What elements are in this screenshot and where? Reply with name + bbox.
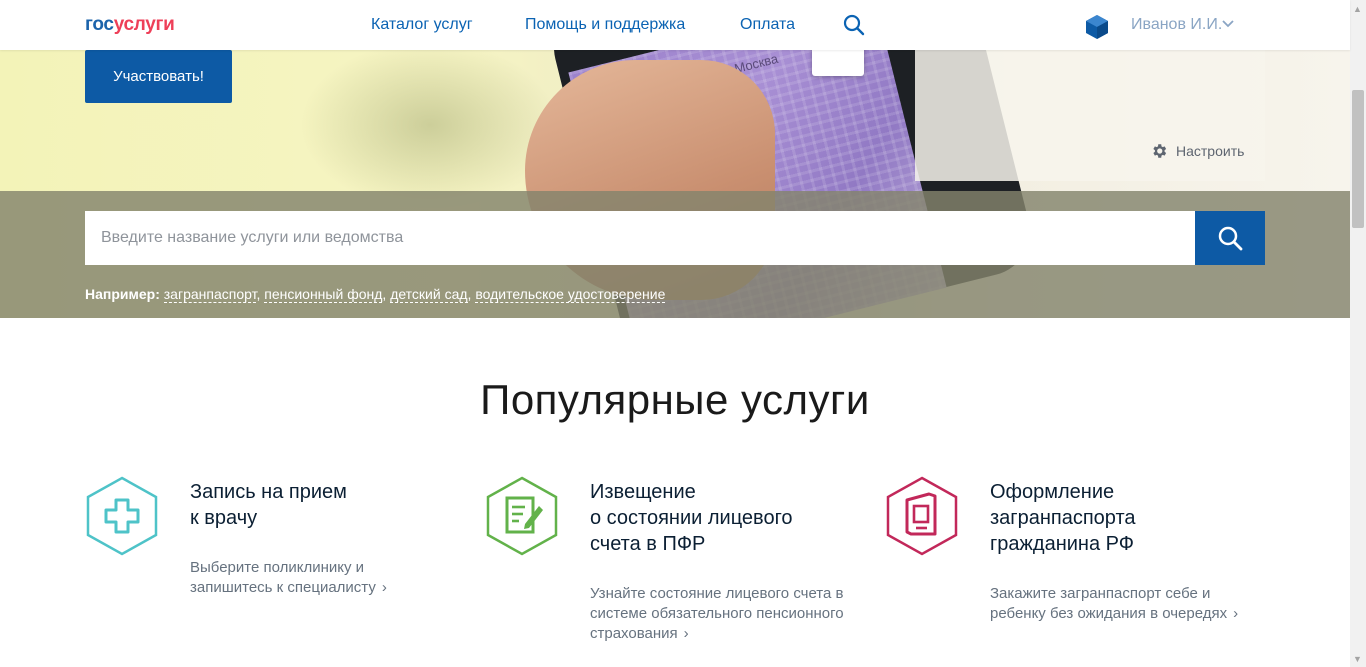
participate-button[interactable]: Участвовать! <box>85 50 232 103</box>
document-edit-icon <box>486 476 558 556</box>
service-desc-text: Узнайте состояние лицевого счета в систе… <box>590 585 844 642</box>
settings-button[interactable]: Настроить <box>1150 142 1244 160</box>
service-desc-passport[interactable]: Закажите загранпаспорт себе и ребенку бе… <box>990 584 1250 624</box>
popular-services-title: Популярные услуги <box>480 376 870 423</box>
chevron-right-icon: › <box>683 625 689 642</box>
chevron-right-icon: › <box>381 579 387 596</box>
service-desc-text: Выберите поликлинику и запишитесь к спец… <box>190 559 376 596</box>
search-icon <box>1218 226 1243 251</box>
user-name[interactable]: Иванов И.И. <box>1131 16 1222 34</box>
service-title-line: к врачу <box>190 507 258 529</box>
service-desc-text: Закажите загранпаспорт себе и ребенку бе… <box>990 585 1228 622</box>
logo-text-uslugi: услуги <box>113 14 175 35</box>
service-title-doctor[interactable]: Запись на прием к врачу <box>190 479 460 531</box>
medical-cross-icon <box>86 476 158 556</box>
service-title-passport[interactable]: Оформление загранпаспорта гражданина РФ <box>990 479 1260 557</box>
service-card-pfr[interactable]: Извещение о состоянии лицевого счета в П… <box>485 476 865 656</box>
example-link-driver-license[interactable]: водительское удостоверение <box>475 286 666 303</box>
service-title-line: гражданина РФ <box>990 533 1134 555</box>
nav-payment[interactable]: Оплата <box>740 16 795 34</box>
chevron-down-icon[interactable] <box>1222 19 1234 29</box>
logo-text-gos: гос <box>85 14 114 35</box>
top-header: госуслуги Каталог услуг Помощь и поддерж… <box>0 0 1350 50</box>
service-title-pfr[interactable]: Извещение о состоянии лицевого счета в П… <box>590 479 860 557</box>
service-desc-doctor[interactable]: Выберите поликлинику и запишитесь к спец… <box>190 558 450 598</box>
scrollbar-thumb[interactable] <box>1352 90 1364 228</box>
service-title-line: Извещение <box>590 481 696 503</box>
header-search-icon[interactable] <box>842 13 866 37</box>
service-card-doctor[interactable]: Запись на прием к врачу Выберите поликли… <box>85 476 465 656</box>
example-link-passport[interactable]: загранпаспорт <box>163 286 257 303</box>
scroll-down-arrow-icon[interactable]: ▼ <box>1353 654 1362 664</box>
example-link-pension[interactable]: пенсионный фонд <box>264 286 383 303</box>
settings-label: Настроить <box>1176 143 1245 159</box>
scroll-up-arrow-icon[interactable]: ▲ <box>1353 4 1362 14</box>
examples-label: Например: <box>85 286 160 302</box>
nav-help[interactable]: Помощь и поддержка <box>525 16 685 34</box>
service-title-line: о состоянии лицевого <box>590 507 793 529</box>
nav-catalog[interactable]: Каталог услуг <box>371 16 473 34</box>
chevron-right-icon: › <box>1233 605 1239 622</box>
example-link-kindergarten[interactable]: детский сад <box>390 286 468 303</box>
hero-right-panel <box>915 50 1265 181</box>
search-submit-button[interactable] <box>1195 211 1265 265</box>
user-avatar-icon[interactable] <box>1085 14 1109 40</box>
search-input[interactable] <box>85 211 1195 265</box>
service-title-line: Оформление <box>990 481 1115 503</box>
passport-icon <box>886 476 958 556</box>
service-title-line: загранпаспорта <box>990 507 1136 529</box>
search-examples: Например: загранпаспорт, пенсионный фонд… <box>85 286 666 303</box>
gear-icon <box>1153 144 1167 158</box>
service-card-passport[interactable]: Оформление загранпаспорта гражданина РФ … <box>885 476 1265 656</box>
service-title-line: Запись на прием <box>190 481 347 503</box>
background-blur <box>300 40 560 210</box>
service-title-line: счета в ПФР <box>590 533 706 555</box>
logo[interactable]: госуслуги <box>85 14 175 36</box>
service-desc-pfr[interactable]: Узнайте состояние лицевого счета в систе… <box>590 584 850 644</box>
